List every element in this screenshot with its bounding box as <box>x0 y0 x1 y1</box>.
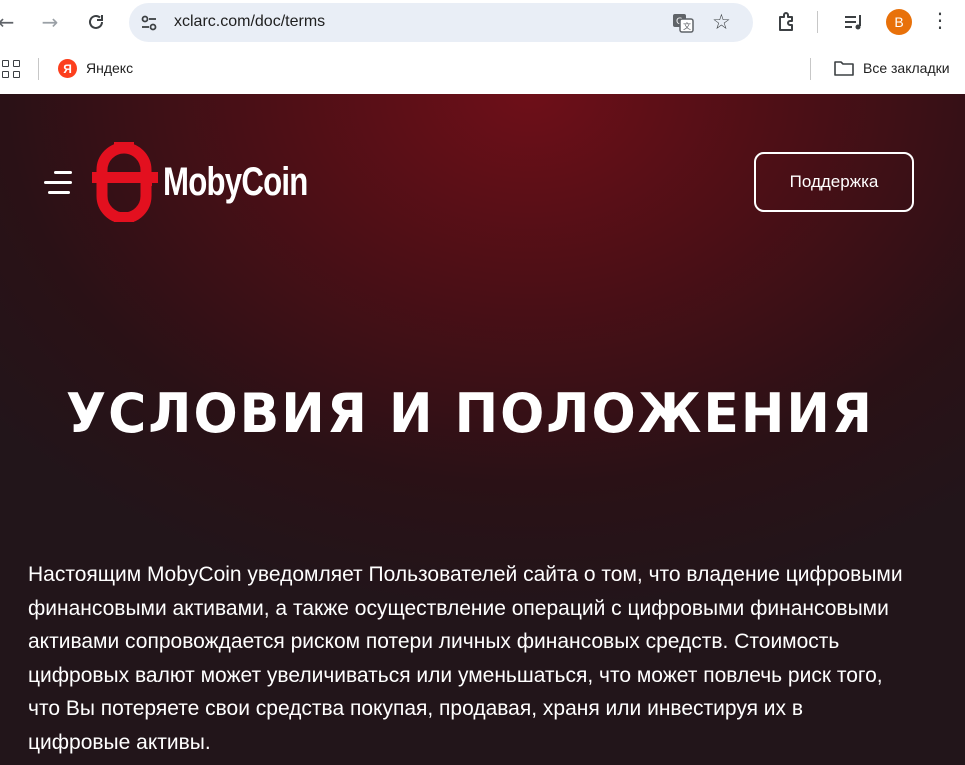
bookmark-star-icon[interactable]: ☆ <box>712 10 731 34</box>
url-text[interactable]: xclarc.com/doc/terms <box>174 13 325 31</box>
terms-paragraph: Настоящим MobyCoin уведомляет Пользовате… <box>28 563 903 754</box>
page-title: УСЛОВИЯ И ПОЛОЖЕНИЯ <box>66 382 874 446</box>
bookmarks-divider-right <box>810 58 811 80</box>
profile-avatar[interactable]: B <box>886 9 912 35</box>
browser-toolbar: ← → xclarc.com/doc/terms G 文 ☆ <box>0 0 965 44</box>
all-bookmarks-link[interactable]: Все закладки <box>863 60 950 76</box>
bookmark-yandex[interactable]: Яндекс <box>86 60 133 76</box>
bookmarks-divider <box>38 58 39 80</box>
translate-icon[interactable]: G 文 <box>672 12 694 34</box>
mobycoin-logo-icon[interactable] <box>92 142 162 224</box>
page-content: MobyCoin Поддержка УСЛОВИЯ И ПОЛОЖЕНИЯ Н… <box>0 94 965 765</box>
site-settings-icon[interactable] <box>139 13 159 33</box>
media-controls-icon[interactable] <box>842 10 866 34</box>
extensions-icon[interactable] <box>775 10 799 34</box>
apps-grid-icon[interactable] <box>2 60 20 78</box>
brand-name[interactable]: MobyCoin <box>163 160 308 205</box>
bookmarks-bar: Я Яндекс Все закладки <box>0 44 965 94</box>
reload-icon[interactable] <box>82 8 110 36</box>
toolbar-divider <box>817 11 818 33</box>
folder-icon[interactable] <box>834 60 854 76</box>
address-bar[interactable]: xclarc.com/doc/terms G 文 ☆ <box>129 3 753 42</box>
hamburger-menu-icon[interactable] <box>44 169 74 195</box>
yandex-logo[interactable]: Я <box>58 59 77 78</box>
support-button[interactable]: Поддержка <box>754 152 914 212</box>
more-menu-icon[interactable]: ⋮ <box>930 8 950 32</box>
forward-arrow-icon[interactable]: → <box>36 8 64 36</box>
svg-text:文: 文 <box>683 21 691 31</box>
back-arrow-icon[interactable]: ← <box>0 8 20 36</box>
